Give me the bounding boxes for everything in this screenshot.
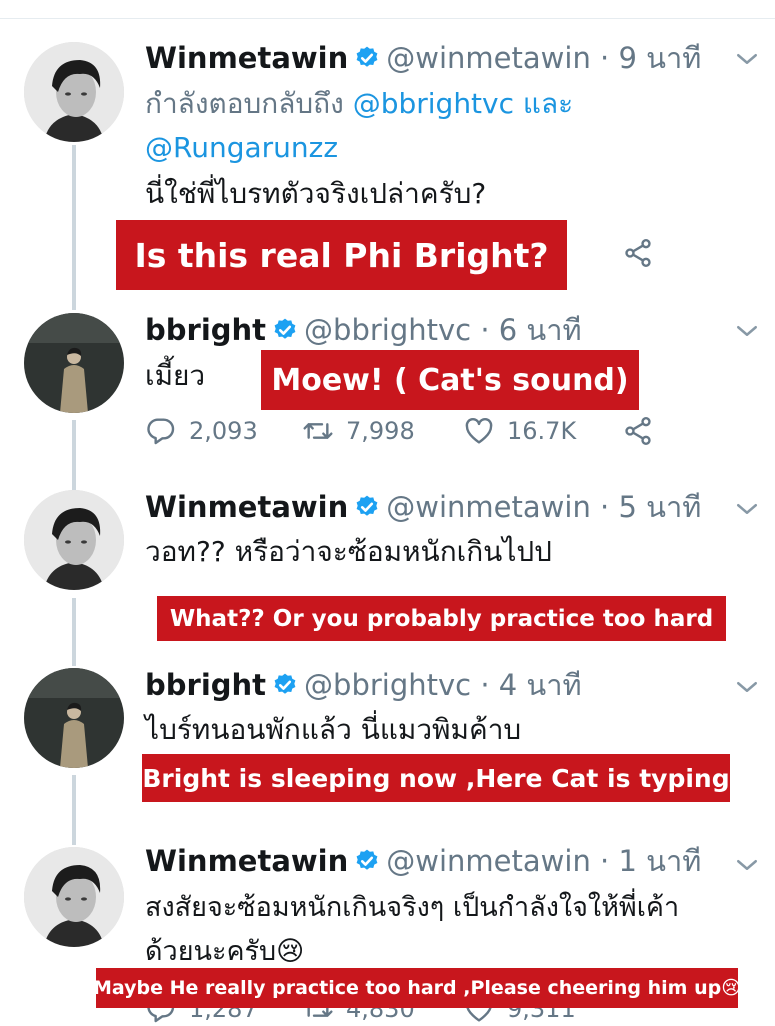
reply-icon xyxy=(145,415,177,447)
handle[interactable]: @bbrightvc xyxy=(304,668,471,702)
reply-count: 2,093 xyxy=(189,417,258,445)
chevron-down-icon[interactable] xyxy=(732,494,762,524)
chevron-down-icon[interactable] xyxy=(732,316,762,346)
handle[interactable]: @bbrightvc xyxy=(304,313,471,347)
tweet[interactable]: Winmetawin @winmetawin · 5 นาที วอท?? หรื… xyxy=(0,470,775,650)
timestamp[interactable]: · 6 นาที xyxy=(480,313,581,347)
avatar[interactable] xyxy=(24,42,124,142)
verified-badge-icon xyxy=(354,494,380,520)
tweet-text: ไบร์ทนอนพักแล้ว นี่แมวพิมค้าบ xyxy=(145,713,522,746)
tweet-text: วอท?? หรือว่าจะซ้อมหนักเกินไปป xyxy=(145,535,552,568)
tweet-header: bbright @bbrightvc · 6 นาที xyxy=(145,313,582,347)
avatar[interactable] xyxy=(24,668,124,768)
tweet-header: bbright @bbrightvc · 4 นาที xyxy=(145,668,582,702)
share-icon xyxy=(622,415,654,447)
display-name[interactable]: bbright xyxy=(145,313,266,347)
verified-badge-icon xyxy=(272,317,298,343)
share-icon[interactable] xyxy=(622,237,654,269)
verified-badge-icon xyxy=(354,848,380,874)
share-button[interactable] xyxy=(622,414,666,448)
tweet-actions: 2,093 7,998 16.7K xyxy=(145,414,765,448)
translation-caption: Maybe He really practice too hard ,Pleas… xyxy=(93,968,741,1008)
handle[interactable]: @winmetawin xyxy=(386,490,591,524)
handle[interactable]: @winmetawin xyxy=(386,844,591,878)
reply-context: กำลังตอบกลับถึง @bbrightvc และ xyxy=(145,82,573,126)
timestamp[interactable]: · 9 นาที xyxy=(600,41,701,75)
tweet[interactable]: bbright @bbrightvc · 6 นาที เมี้ยว Moew! … xyxy=(0,300,775,470)
retweet-icon xyxy=(302,415,334,447)
display-name[interactable]: Winmetawin xyxy=(145,41,348,75)
tweet[interactable]: bbright @bbrightvc · 4 นาที ไบร์ทนอนพักแล… xyxy=(0,650,775,830)
display-name[interactable]: Winmetawin xyxy=(145,844,348,878)
tweet-header: Winmetawin @winmetawin · 5 นาที xyxy=(145,490,701,524)
chevron-down-icon[interactable] xyxy=(732,672,762,702)
translation-caption: Moew! ( Cat's sound) xyxy=(261,350,639,410)
chevron-down-icon[interactable] xyxy=(732,850,762,880)
like-count: 16.7K xyxy=(507,417,577,445)
timestamp[interactable]: · 5 นาที xyxy=(600,490,701,524)
display-name[interactable]: bbright xyxy=(145,668,266,702)
tweet-header: Winmetawin @winmetawin · 1 นาที xyxy=(145,844,701,878)
tweet-text: นี่ใช่พี่ไบรทตัวจริงเปล่าครับ? xyxy=(145,177,487,210)
like-button[interactable]: 16.7K xyxy=(463,414,576,448)
tweet-text: สงสัยจะซ้อมหนักเกินจริงๆ เป็นกำลังใจให้พ… xyxy=(145,892,680,923)
mention-link[interactable]: @bbrightvc xyxy=(353,87,514,120)
translation-caption: Bright is sleeping now ,Here Cat is typi… xyxy=(142,754,730,802)
reply-prefix: กำลังตอบกลับถึง xyxy=(145,87,344,120)
avatar[interactable] xyxy=(24,490,124,590)
reply-button[interactable]: 2,093 xyxy=(145,414,258,448)
heart-icon xyxy=(463,415,495,447)
tweet-header: Winmetawin @winmetawin · 9 นาที xyxy=(145,41,701,75)
reply-context-line2: @Rungarunzz xyxy=(145,126,338,170)
retweet-button[interactable]: 7,998 xyxy=(302,414,415,448)
translation-caption: Is this real Phi Bright? xyxy=(116,220,567,290)
timestamp[interactable]: · 1 นาที xyxy=(600,844,701,878)
avatar[interactable] xyxy=(24,313,124,413)
translation-caption: What?? Or you probably practice too hard xyxy=(157,596,726,641)
verified-badge-icon xyxy=(272,672,298,698)
retweet-count: 7,998 xyxy=(346,417,415,445)
display-name[interactable]: Winmetawin xyxy=(145,490,348,524)
avatar[interactable] xyxy=(24,847,124,947)
reply-and: และ xyxy=(522,87,574,120)
tweet[interactable]: Winmetawin @winmetawin · 1 นาที สงสัยจะซ้… xyxy=(0,830,775,1024)
verified-badge-icon xyxy=(354,45,380,71)
chevron-down-icon[interactable] xyxy=(732,44,762,74)
timestamp[interactable]: · 4 นาที xyxy=(480,668,581,702)
handle[interactable]: @winmetawin xyxy=(386,41,591,75)
tweet-text: เมี้ยว xyxy=(145,359,206,392)
tweet[interactable]: Winmetawin @winmetawin · 9 นาที กำลังตอบก… xyxy=(0,0,775,300)
mention-link[interactable]: @Rungarunzz xyxy=(145,131,338,164)
